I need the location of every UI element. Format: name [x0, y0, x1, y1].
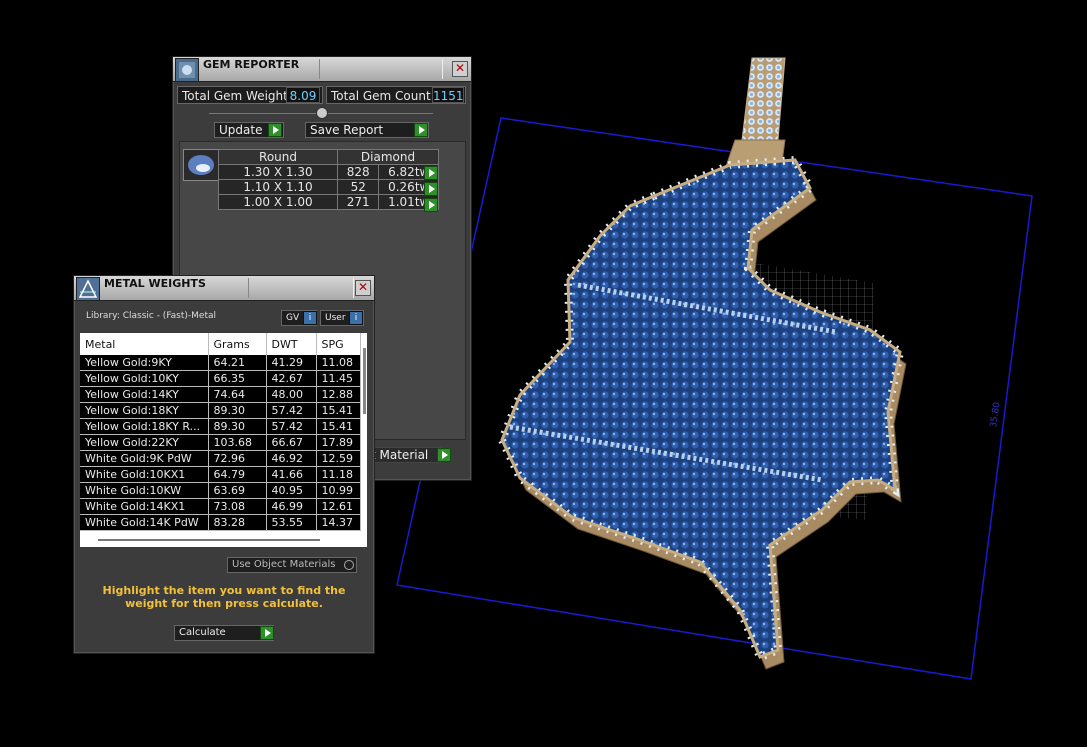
- gem-reporter-close-button[interactable]: ✕: [452, 61, 468, 77]
- metal-weights-title: METAL WEIGHTS: [104, 277, 206, 290]
- library-label: Library: Classic - (Fast)-Metal: [86, 311, 217, 321]
- metal-table-row[interactable]: White Gold:10KX1 64.79 41.66 11.18: [80, 466, 361, 483]
- update-go-icon[interactable]: [268, 123, 282, 137]
- metal-weights-app-icon: [76, 277, 100, 301]
- metal-table-row[interactable]: Yellow Gold:10KY 66.35 42.67 11.45: [80, 370, 361, 387]
- total-gem-weight-value: 8.09: [286, 87, 320, 103]
- gem-reporter-app-icon: [175, 58, 199, 82]
- horizontal-scrollbar[interactable]: [98, 539, 320, 541]
- calculate-button[interactable]: Calculate: [174, 625, 274, 641]
- gv-info-icon[interactable]: i: [303, 311, 317, 325]
- gem-row[interactable]: 1.00 X 1.00 271 1.01tw: [218, 194, 439, 210]
- metal-table-row[interactable]: White Gold:14KX1 73.08 46.99 12.61: [80, 498, 361, 515]
- material-button[interactable]: t Material: [366, 447, 442, 463]
- metal-table-row[interactable]: Yellow Gold:22KY 103.68 66.67 17.89: [80, 434, 361, 451]
- metal-table-row[interactable]: Yellow Gold:18KY 89.30 57.42 15.41: [80, 402, 361, 419]
- metal-table[interactable]: Metal Grams DWT SPG Yellow Gold:9KY 64.21…: [80, 333, 367, 547]
- dimension-label: 35.80: [989, 401, 1003, 428]
- metal-weights-close-button[interactable]: ✕: [355, 280, 371, 296]
- metal-table-header: Metal Grams DWT SPG: [80, 333, 361, 355]
- vertical-scrollbar[interactable]: [363, 348, 366, 414]
- grams-column-header[interactable]: Grams: [208, 333, 267, 355]
- user-info-icon[interactable]: i: [349, 311, 363, 325]
- material-go-icon[interactable]: [437, 448, 451, 462]
- gem-shape-header: Round: [218, 149, 338, 165]
- calculate-go-icon[interactable]: [260, 626, 274, 640]
- total-gem-count-value: 1151: [432, 87, 464, 103]
- metal-table-row[interactable]: White Gold:9K PdW 72.96 46.92 12.59: [80, 450, 361, 467]
- round-gem-thumbnail[interactable]: [183, 149, 219, 181]
- spg-column-header[interactable]: SPG: [316, 333, 361, 355]
- gem-type-header: Diamond: [337, 149, 439, 165]
- metal-table-row[interactable]: White Gold:14K PdW 83.28 53.55 14.37: [80, 514, 361, 531]
- metal-column-header[interactable]: Metal: [80, 333, 209, 355]
- bail: [741, 57, 786, 141]
- gem-reporter-titlebar[interactable]: GEM REPORTER ✕: [173, 57, 471, 82]
- gem-row-go-icon[interactable]: [424, 182, 438, 196]
- metal-table-row[interactable]: Yellow Gold:9KY 64.21 41.29 11.08: [80, 355, 361, 371]
- gem-row[interactable]: 1.30 X 1.30 828 6.82tw: [218, 164, 439, 180]
- gem-reporter-title: GEM REPORTER: [203, 58, 300, 71]
- dwt-column-header[interactable]: DWT: [266, 333, 317, 355]
- collapse-toggle-icon[interactable]: [316, 107, 328, 119]
- metal-table-row[interactable]: Yellow Gold:18KY R... 89.30 57.42 15.41: [80, 418, 361, 435]
- metal-weights-panel: METAL WEIGHTS ✕ Library: Classic - (Fast…: [73, 275, 375, 654]
- gem-table: Round Diamond 1.30 X 1.30 828 6.82tw 1.1…: [218, 149, 439, 210]
- save-report-button[interactable]: Save Report: [305, 122, 429, 138]
- save-report-go-icon[interactable]: [414, 123, 428, 137]
- gem-row-go-icon[interactable]: [424, 166, 438, 180]
- metal-table-row[interactable]: White Gold:10KW 63.69 40.95 10.99: [80, 482, 361, 499]
- gem-row[interactable]: 1.10 X 1.10 52 0.26tw: [218, 179, 439, 195]
- pendant-face: [497, 155, 905, 663]
- calculate-hint: Highlight the item you want to find the …: [102, 584, 346, 610]
- use-object-materials-radio-icon[interactable]: [344, 560, 354, 570]
- use-object-materials-toggle[interactable]: Use Object Materials: [227, 557, 357, 573]
- gem-row-go-icon[interactable]: [424, 198, 438, 212]
- metal-weights-titlebar[interactable]: METAL WEIGHTS ✕: [74, 276, 374, 301]
- metal-table-row[interactable]: Yellow Gold:14KY 74.64 48.00 12.88: [80, 386, 361, 403]
